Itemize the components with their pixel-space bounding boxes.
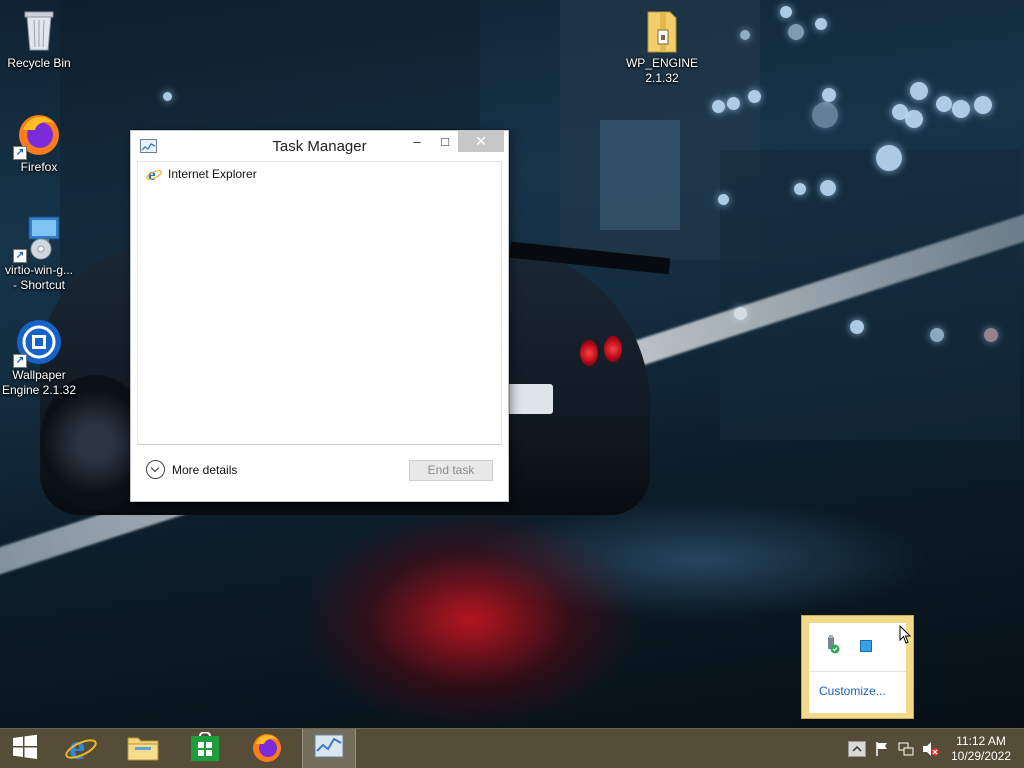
zip-folder-icon <box>638 6 686 54</box>
windows-start-icon <box>12 734 38 765</box>
minimize-button[interactable]: – <box>403 131 431 152</box>
clock-date: 10/29/2022 <box>950 749 1012 763</box>
notification-overflow-popup: Customize... <box>801 615 914 719</box>
desktop-icon-label-line1: Wallpaper <box>12 368 66 382</box>
desktop-icon-label-line2: - Shortcut <box>12 278 66 292</box>
volume-muted-icon[interactable] <box>922 741 939 757</box>
task-manager-icon <box>314 734 344 765</box>
installer-shortcut-icon: ↗ <box>13 213 63 263</box>
close-button[interactable]: ✕ <box>458 131 504 152</box>
clock[interactable]: 11:12 AM 10/29/2022 <box>948 734 1014 764</box>
desktop-icon-recycle-bin[interactable]: Recycle Bin <box>0 6 78 71</box>
mouse-cursor-icon <box>899 624 913 645</box>
maximize-button[interactable]: □ <box>431 131 459 152</box>
recycle-bin-icon <box>15 6 63 54</box>
shortcut-arrow-icon: ↗ <box>13 354 27 368</box>
desktop-icon-firefox[interactable]: ↗ Firefox <box>0 110 78 175</box>
task-manager-window[interactable]: Task Manager – □ ✕ e Internet Explorer M… <box>130 130 509 502</box>
chevron-down-icon <box>146 460 165 479</box>
more-details-toggle[interactable]: More details <box>146 460 237 479</box>
end-task-button[interactable]: End task <box>409 460 493 481</box>
shortcut-arrow-icon: ↗ <box>13 146 27 160</box>
desktop-icon-wp-engine-zip[interactable]: WP_ENGINE 2.1.32 <box>623 6 701 86</box>
taskbar-internet-explorer[interactable]: e <box>54 727 108 768</box>
blue-square-icon[interactable] <box>860 640 872 652</box>
firefox-icon: ↗ <box>13 110 63 160</box>
app-list[interactable]: e Internet Explorer <box>137 161 502 445</box>
desktop-icon-label-line1: WP_ENGINE <box>625 56 698 70</box>
desktop-icon-virtio-shortcut[interactable]: ↗ virtio-win-g... - Shortcut <box>0 213 78 293</box>
more-details-label: More details <box>172 462 238 477</box>
desktop-icon-label-line2: 2.1.32 <box>645 71 679 85</box>
taskbar-task-manager[interactable] <box>302 729 356 768</box>
taskbar-file-explorer[interactable] <box>116 729 170 768</box>
usb-safe-remove-icon[interactable] <box>826 635 840 655</box>
desktop-icon-label: Firefox <box>20 160 58 174</box>
customize-link[interactable]: Customize... <box>819 684 886 698</box>
desktop-icon-wallpaper-engine[interactable]: ↗ Wallpaper Engine 2.1.32 <box>0 318 78 398</box>
taskbar-firefox[interactable] <box>240 729 294 768</box>
internet-explorer-icon: e <box>146 165 162 184</box>
taskbar: e 11:12 AM 10/29/2022 <box>0 727 1024 768</box>
desktop-icon-label-line2: Engine 2.1.32 <box>1 383 77 397</box>
list-item[interactable]: e Internet Explorer <box>138 162 501 186</box>
clock-time: 11:12 AM <box>956 734 1006 748</box>
show-hidden-icons-button[interactable] <box>848 741 866 757</box>
footer: More details End task <box>131 447 508 501</box>
network-icon[interactable] <box>898 741 914 757</box>
shortcut-arrow-icon: ↗ <box>13 249 27 263</box>
file-explorer-icon <box>126 732 160 767</box>
desktop-icon-label-line1: virtio-win-g... <box>4 263 73 277</box>
firefox-icon <box>251 731 283 768</box>
store-icon <box>190 730 220 767</box>
wallpaper-engine-icon: ↗ <box>13 318 63 368</box>
taskbar-store[interactable] <box>178 729 232 768</box>
popup-content <box>809 623 906 713</box>
internet-explorer-icon: e <box>64 727 98 768</box>
start-button[interactable] <box>0 729 50 768</box>
divider <box>809 671 906 672</box>
desktop-icon-label: Recycle Bin <box>7 56 71 70</box>
app-name: Internet Explorer <box>168 167 257 181</box>
title-bar[interactable]: Task Manager – □ ✕ <box>131 131 508 160</box>
action-center-flag-icon[interactable] <box>874 741 890 757</box>
